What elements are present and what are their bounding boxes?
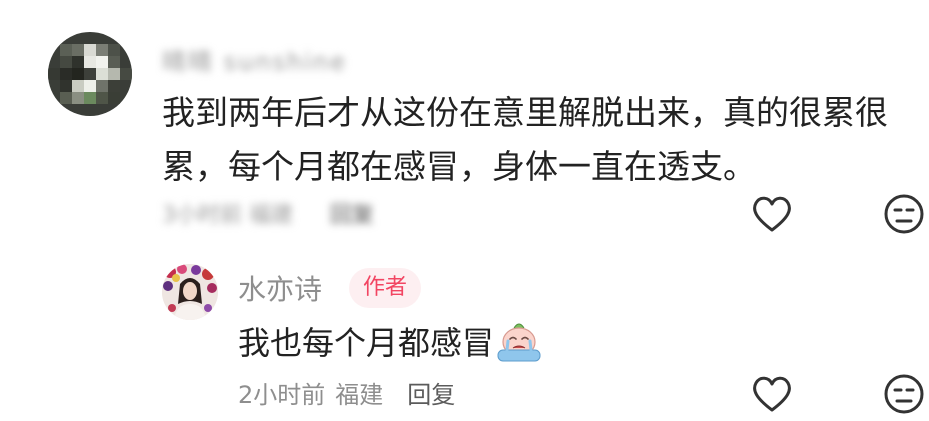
comment-location: 福建 <box>249 203 294 228</box>
reply-text: 我也每个月都感冒 <box>238 324 495 362</box>
avatar[interactable] <box>48 32 132 116</box>
comment-text: 我到两年后才从这份在意里解脱出来，真的很累很累，每个月都在感冒，身体一直在透支。 <box>162 93 888 186</box>
heart-outline-icon[interactable] <box>750 192 794 236</box>
heart-outline-icon[interactable] <box>750 372 794 416</box>
reply-avatar[interactable] <box>162 264 218 320</box>
reply-username[interactable]: 水亦诗 <box>238 268 322 308</box>
reply-text-line: 我也每个月都感冒 <box>238 318 542 368</box>
comment-reply-button[interactable]: 回复 <box>330 203 374 228</box>
neutral-face-icon[interactable] <box>882 372 926 416</box>
comment-meta: 3小时前 福建 回复 <box>162 197 374 229</box>
comment-username[interactable]: 晴晴 sunshine <box>162 42 347 77</box>
reply-location: 福建 <box>335 381 384 409</box>
neutral-face-icon[interactable] <box>882 192 926 236</box>
comment-thread: 晴晴 sunshine 我到两年后才从这份在意里解脱出来，真的很累很累，每个月都… <box>0 0 929 421</box>
reply-reply-button[interactable]: 回复 <box>407 381 455 409</box>
reply-time: 2小时前 <box>238 381 326 409</box>
author-badge: 作者 <box>349 268 422 308</box>
reply-meta: 2小时前 福建 回复 <box>238 375 455 410</box>
comment-time: 3小时前 <box>162 203 242 228</box>
crying-emoji-icon <box>496 320 542 362</box>
